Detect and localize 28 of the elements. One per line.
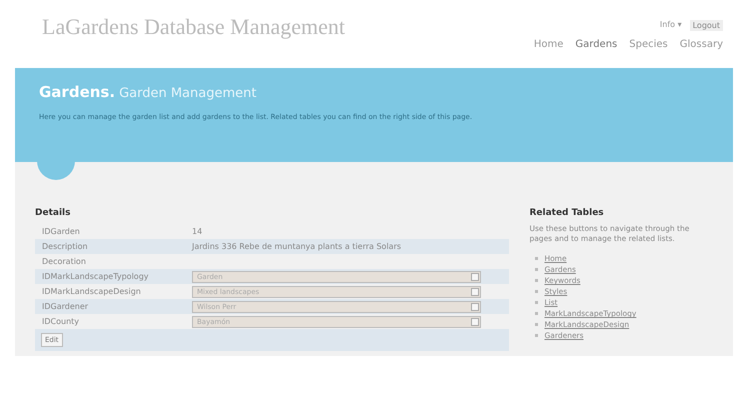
section-heading: Details [35,208,72,218]
bullet-icon [535,301,538,304]
bullet-icon [535,268,538,272]
field-label: IDGardener [42,302,90,311]
field-value: Jardins 336 Rebe de muntanya plants a tierra Solars [192,242,402,251]
bullet-icon [535,334,538,338]
bullet-icon [535,323,538,326]
bullet-icon [535,312,538,316]
nav-link[interactable]: Gardens [575,39,618,50]
bullet-icon [535,257,538,260]
bullet-icon [535,290,538,294]
field-label: IDGarden [42,227,81,236]
field-label: IDMarkLandscapeDesign [42,287,142,296]
bullet-icon [535,279,538,282]
field-value: 14 [192,227,202,236]
nav-link[interactable]: Species [629,39,668,50]
logout-link[interactable]: Logout [690,20,723,31]
section-heading: Related Tables [529,208,605,218]
site-title: LaGardens Database Management [42,13,345,41]
user-menu-link[interactable]: Info ▾ [660,20,682,31]
nav-link[interactable]: Home [534,39,564,50]
page-title: Gardens. [39,83,116,101]
page-subtitle: Garden Management [119,86,256,101]
field-label: IDMarkLandscapeTypology [42,272,150,281]
field-label: IDCounty [42,317,80,326]
nav-link[interactable]: Glossary [680,39,723,50]
field-label: Description [42,242,89,251]
field-label: Decoration [42,257,87,266]
